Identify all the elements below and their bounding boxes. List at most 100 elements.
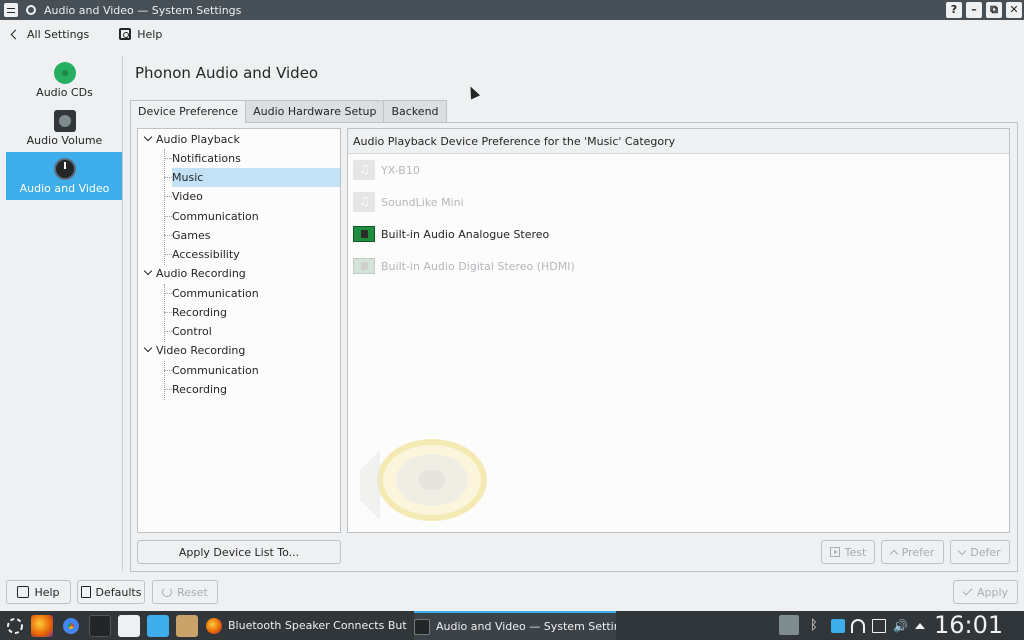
tree-connector [164,158,172,159]
firefox-icon [206,617,222,634]
tree-connector [164,177,172,178]
expand-arrow-icon[interactable] [143,132,153,142]
category-tree[interactable]: Audio Playback Notifications Music Video… [137,128,341,533]
prefer-button[interactable]: Prefer [881,540,944,564]
clock[interactable]: 16:01 [934,611,1003,640]
all-settings-button[interactable]: All Settings [10,27,90,41]
tree-item-communication[interactable]: Communication [172,361,259,380]
help-bottom-button[interactable]: Help [6,580,71,604]
expand-tray-icon[interactable] [915,623,925,629]
tree-connector [164,293,172,294]
device-name: Built-in Audio Digital Stereo (HDMI) [381,259,575,273]
checkmark-icon [962,585,973,596]
konsole-icon[interactable] [89,615,111,637]
test-button[interactable]: Test [821,540,875,564]
chevron-up-icon [889,549,898,558]
task-system-settings[interactable]: Audio and Video — System Settings [414,611,616,640]
tree-connector [164,149,165,265]
tree-connector [164,389,172,390]
expand-arrow-icon[interactable] [143,266,153,276]
music-note-icon [353,192,375,212]
chrome-icon[interactable] [60,615,82,637]
apply-device-list-button[interactable]: Apply Device List To... [137,540,341,564]
tab-backend[interactable]: Backend [383,100,447,122]
maximize-button[interactable]: ⧉ [986,2,1002,18]
tree-item-notifications[interactable]: Notifications [172,149,241,168]
reset-label: Reset [177,585,208,599]
tree-item-accessibility[interactable]: Accessibility [172,245,240,264]
sidebar-item-audio-cds[interactable]: Audio CDs [6,56,123,104]
tree-item-recording[interactable]: Recording [172,303,227,322]
sidebar-item-audio-volume[interactable]: Audio Volume [6,104,123,152]
tree-group-audio-recording[interactable]: Audio Recording [156,264,246,283]
device-name: YX-B10 [381,163,420,177]
defaults-button[interactable]: Defaults [77,580,145,604]
window-controls: ? – ⧉ ✕ [946,2,1022,18]
pin-icon[interactable] [26,5,36,15]
audio-volume-icon [53,109,76,132]
tree-item-control[interactable]: Control [172,322,212,341]
tree-connector [164,361,165,400]
task-firefox[interactable]: Bluetooth Speaker Connects But N... [206,611,410,640]
all-settings-label: All Settings [27,27,90,41]
volume-icon[interactable]: 🔊 [893,619,908,633]
media-player-icon[interactable] [779,615,799,635]
context-help-button[interactable]: ? [946,2,962,18]
firefox-icon[interactable] [31,615,53,637]
tree-item-communication[interactable]: Communication [172,284,259,303]
apply-label: Apply [976,585,1009,599]
task-label: Bluetooth Speaker Connects But N... [228,619,410,632]
tree-connector [164,331,172,332]
music-note-icon [353,160,375,180]
prefer-label: Prefer [901,545,935,559]
tab-audio-hardware-setup[interactable]: Audio Hardware Setup [245,100,385,122]
sidebar-divider [122,56,123,571]
wifi-icon[interactable] [851,619,865,633]
document-icon [80,586,91,598]
tree-connector [164,312,172,313]
minimize-button[interactable]: – [966,2,982,18]
reset-icon [162,587,173,597]
kde-connect-icon[interactable] [831,619,845,633]
tree-item-recording[interactable]: Recording [172,380,227,399]
tree-group-audio-playback[interactable]: Audio Playback [156,130,240,149]
books-icon[interactable] [176,615,198,637]
device-row[interactable]: YX-B10 [353,159,420,181]
test-label: Test [844,545,867,559]
system-settings-icon[interactable] [4,3,18,17]
sidebar: Audio CDs Audio Volume Audio and Video [6,56,123,571]
tree-item-communication[interactable]: Communication [172,207,259,226]
defer-label: Defer [970,545,1001,559]
apply-button[interactable]: Apply [953,580,1018,604]
help-button[interactable]: Help [119,28,162,41]
device-name: Built-in Audio Analogue Stereo [381,227,550,241]
help-icon [17,586,30,598]
navigation-bar: All Settings Help [0,20,1024,48]
device-row[interactable]: Built-in Audio Digital Stereo (HDMI) [353,255,575,277]
system-settings-icon[interactable] [118,615,140,637]
window-titlebar: Audio and Video — System Settings ? – ⧉ … [0,0,1024,20]
tree-item-music[interactable]: Music [172,168,340,187]
device-row[interactable]: Built-in Audio Analogue Stereo [353,223,549,245]
clipboard-icon[interactable] [872,619,886,633]
chevron-down-icon [958,546,967,555]
application-launcher-icon[interactable] [4,615,26,637]
terminal-icon [414,618,430,635]
defer-button[interactable]: Defer [950,540,1010,564]
window-title: Audio and Video — System Settings [44,3,242,17]
taskbar: Bluetooth Speaker Connects But N... Audi… [0,611,1024,640]
sidebar-item-audio-and-video[interactable]: Audio and Video [6,152,123,200]
tree-connector [164,235,172,236]
reset-button[interactable]: Reset [152,580,218,604]
tree-item-games[interactable]: Games [172,226,210,245]
bluetooth-icon[interactable]: ᛒ [810,619,824,633]
tab-device-preference[interactable]: Device Preference [130,100,247,123]
tree-item-video[interactable]: Video [172,187,203,206]
tree-group-video-recording[interactable]: Video Recording [156,341,245,360]
page-title: Phonon Audio and Video [135,64,319,82]
device-list-header: Audio Playback Device Preference for the… [348,129,1009,154]
expand-arrow-icon[interactable] [143,343,153,353]
close-button[interactable]: ✕ [1006,2,1022,18]
file-manager-icon[interactable] [147,615,169,637]
device-row[interactable]: SoundLike Mini [353,191,464,213]
